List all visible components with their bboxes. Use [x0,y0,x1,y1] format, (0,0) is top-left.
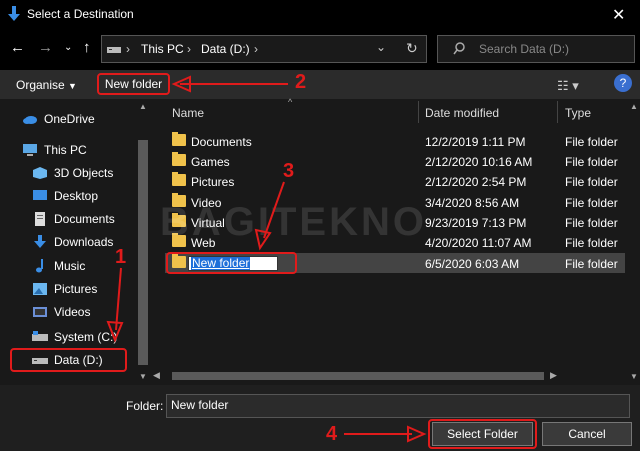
arrow-1-shaft [115,267,122,331]
arrow-1-head [106,320,124,343]
arrow-3-shaft [263,181,285,239]
annotation-number-2: 2 [295,71,307,93]
annotation-number-1: 1 [115,246,127,268]
annotation-number-4: 4 [326,423,338,445]
annotation-number-3: 3 [283,160,295,182]
arrow-3-head [254,228,272,251]
annotation-arrows [106,75,427,443]
